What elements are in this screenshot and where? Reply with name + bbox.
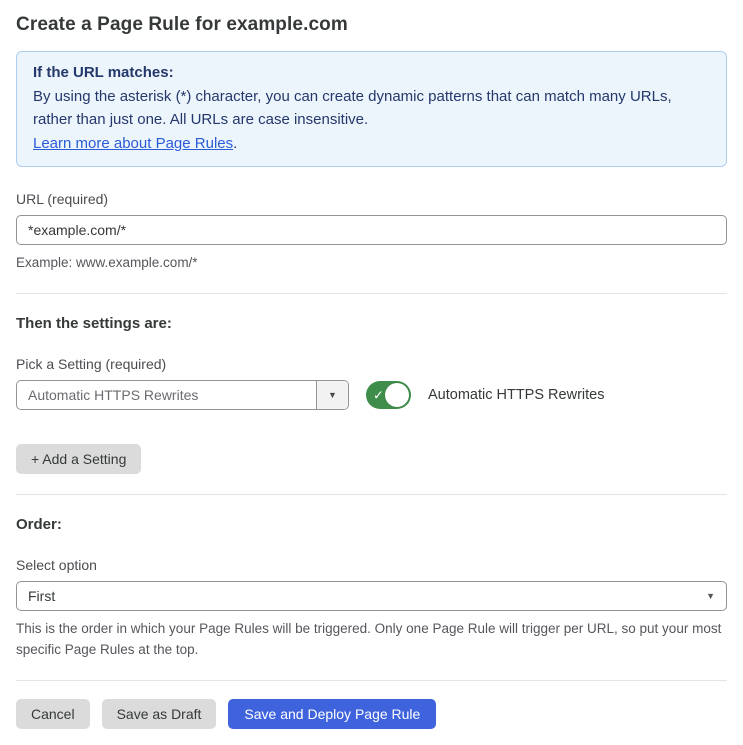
page-title: Create a Page Rule for example.com xyxy=(16,14,348,35)
order-section-heading: Order: xyxy=(16,516,62,533)
setting-row: Automatic HTTPS Rewrites ▼ ✓ Automatic H… xyxy=(16,380,727,410)
save-and-deploy-button[interactable]: Save and Deploy Page Rule xyxy=(228,699,437,729)
info-box-body: By using the asterisk (*) character, you… xyxy=(33,87,672,129)
toggle-knob xyxy=(385,383,409,407)
save-as-draft-button[interactable]: Save as Draft xyxy=(101,699,217,729)
create-page-rule-panel: Create a Page Rule for example.com If th… xyxy=(0,0,743,745)
pick-setting-label: Pick a Setting (required) xyxy=(16,356,167,372)
setting-toggle-label: Automatic HTTPS Rewrites xyxy=(428,387,605,403)
url-input[interactable] xyxy=(16,215,727,245)
setting-toggle[interactable]: ✓ xyxy=(366,381,411,409)
footer-actions: Cancel Save as Draft Save and Deploy Pag… xyxy=(16,699,727,729)
divider xyxy=(16,293,727,294)
info-box-link-line: Learn more about Page Rules. xyxy=(33,132,710,156)
url-match-info-box: If the URL matches: By using the asteris… xyxy=(16,51,727,167)
info-box-heading: If the URL matches: xyxy=(33,64,174,81)
chevron-down-icon: ▼ xyxy=(328,390,337,400)
setting-select-value: Automatic HTTPS Rewrites xyxy=(28,387,199,403)
chevron-down-icon: ▼ xyxy=(706,591,715,601)
order-helper-text: This is the order in which your Page Rul… xyxy=(16,621,722,657)
link-period: . xyxy=(233,134,238,152)
divider xyxy=(16,494,727,495)
order-select-value: First xyxy=(28,588,56,604)
order-select[interactable]: First ▼ xyxy=(16,581,727,611)
order-select-label: Select option xyxy=(16,557,97,573)
url-field-label: URL (required) xyxy=(16,191,109,207)
setting-select[interactable]: Automatic HTTPS Rewrites ▼ xyxy=(16,380,349,410)
divider xyxy=(16,680,727,681)
learn-more-page-rules-link[interactable]: Learn more about Page Rules xyxy=(33,135,233,152)
settings-section-heading: Then the settings are: xyxy=(16,315,172,332)
url-example-helper: Example: www.example.com/* xyxy=(16,255,198,270)
check-icon: ✓ xyxy=(373,387,384,403)
setting-select-arrow-button[interactable]: ▼ xyxy=(316,381,348,409)
add-setting-button[interactable]: + Add a Setting xyxy=(16,444,142,474)
cancel-button[interactable]: Cancel xyxy=(16,699,90,729)
